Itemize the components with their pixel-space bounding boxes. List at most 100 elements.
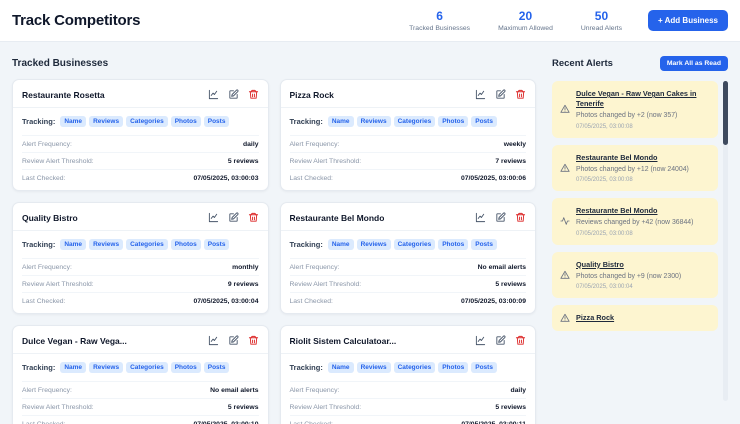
- business-info: Alert Frequency: No email alerts Review A…: [281, 258, 536, 313]
- alert-item[interactable]: Restaurante Bel Mondo Reviews changed by…: [552, 198, 718, 245]
- business-card: Pizza Rock Tracking: Name Reviews Catego…: [279, 79, 536, 191]
- info-label: Review Alert Threshold:: [22, 280, 94, 288]
- edit-button[interactable]: [495, 89, 506, 100]
- view-history-button[interactable]: [475, 335, 486, 346]
- view-history-button[interactable]: [475, 212, 486, 223]
- last-checked-value: 07/05/2025, 03:00:03: [193, 174, 259, 182]
- delete-button[interactable]: [248, 212, 259, 223]
- review-threshold-row: Review Alert Threshold: 5 reviews: [22, 152, 259, 169]
- scrollbar-thumb[interactable]: [723, 81, 728, 145]
- alert-timestamp: 07/05/2025, 03:00:08: [576, 177, 633, 184]
- info-label: Last Checked:: [289, 297, 333, 305]
- alert-item[interactable]: Pizza Rock: [552, 305, 718, 332]
- alert-message: Photos changed by +2 (now 357): [576, 112, 678, 120]
- delete-button[interactable]: [515, 335, 526, 346]
- edit-button[interactable]: [495, 335, 506, 346]
- line-chart-icon: [208, 89, 219, 100]
- tracking-tag-reviews: Reviews: [356, 116, 391, 127]
- trash-icon: [515, 212, 526, 223]
- alert-item[interactable]: Dulce Vegan - Raw Vegan Cakes in Tenerif…: [552, 81, 718, 138]
- view-history-button[interactable]: [208, 212, 219, 223]
- tracking-tag-categories: Categories: [126, 239, 168, 250]
- delete-button[interactable]: [248, 89, 259, 100]
- tracking-tag-photos: Photos: [170, 239, 201, 250]
- info-label: Last Checked:: [22, 420, 66, 424]
- alerts-scrollbar[interactable]: [723, 81, 728, 401]
- line-chart-icon: [208, 335, 219, 346]
- tracking-tag-name: Name: [60, 116, 87, 127]
- business-name: Pizza Rock: [289, 89, 334, 100]
- alert-frequency-value: monthly: [232, 263, 259, 271]
- business-cards-grid: Restaurante Rosetta Tracking: Name Revie…: [12, 79, 536, 424]
- review-threshold-value: 5 reviews: [495, 280, 526, 288]
- alert-business-link[interactable]: Quality Bistro: [576, 260, 681, 270]
- alert-item[interactable]: Restaurante Bel Mondo Photos changed by …: [552, 144, 718, 192]
- alert-timestamp: 07/05/2025, 03:00:04: [576, 284, 633, 291]
- alerts-title: Recent Alerts: [552, 58, 613, 69]
- stat-label: Unread Alerts: [580, 25, 623, 32]
- stat-maximum-allowed: 20 Maximum Allowed: [498, 9, 553, 32]
- delete-button[interactable]: [515, 212, 526, 223]
- edit-pencil-icon: [495, 89, 506, 100]
- tracking-tag-categories: Categories: [126, 362, 168, 373]
- review-threshold-value: 7 reviews: [495, 157, 526, 165]
- edit-button[interactable]: [228, 335, 239, 346]
- edit-pencil-icon: [228, 89, 239, 100]
- add-business-button[interactable]: + Add Business: [648, 10, 728, 31]
- alert-text: Pizza Rock: [576, 313, 614, 323]
- stat-value: 50: [594, 9, 609, 23]
- tracking-tag-reviews: Reviews: [89, 239, 124, 250]
- stat-unread-alerts: 50 Unread Alerts: [581, 9, 622, 32]
- delete-button[interactable]: [248, 335, 259, 346]
- last-checked-row: Last Checked: 07/05/2025, 03:00:09: [289, 292, 526, 309]
- review-threshold-row: Review Alert Threshold: 9 reviews: [22, 275, 259, 292]
- info-label: Review Alert Threshold:: [289, 157, 362, 165]
- business-card-header: Quality Bistro: [13, 203, 268, 231]
- edit-button[interactable]: [228, 212, 239, 223]
- card-actions: [475, 212, 526, 223]
- info-label: Last Checked:: [22, 174, 66, 182]
- header-right: 6 Tracked Businesses 20 Maximum Allowed …: [409, 9, 728, 32]
- tracking-tag-name: Name: [327, 116, 354, 127]
- info-label: Alert Frequency:: [22, 140, 72, 148]
- trash-icon: [248, 335, 259, 346]
- alert-business-link[interactable]: Restaurante Bel Mondo: [576, 206, 693, 216]
- view-history-button[interactable]: [208, 89, 219, 100]
- view-history-button[interactable]: [208, 335, 219, 346]
- business-card: Dulce Vegan - Raw Vega... Tracking: Name…: [12, 325, 269, 424]
- edit-button[interactable]: [495, 212, 506, 223]
- last-checked-row: Last Checked: 07/05/2025, 03:00:03: [22, 169, 259, 186]
- alert-business-link[interactable]: Dulce Vegan - Raw Vegan Cakes in Tenerif…: [576, 89, 710, 109]
- tracking-tag-photos: Photos: [170, 116, 201, 127]
- review-threshold-value: 9 reviews: [227, 280, 259, 288]
- edit-pencil-icon: [495, 335, 506, 346]
- tracking-tag-photos: Photos: [438, 116, 469, 127]
- line-chart-icon: [475, 335, 486, 346]
- tracked-businesses-section: Tracked Businesses Restaurante Rosetta T…: [12, 54, 536, 424]
- alert-business-link[interactable]: Pizza Rock: [576, 313, 614, 323]
- stat-value: 20: [518, 9, 533, 23]
- review-threshold-row: Review Alert Threshold: 5 reviews: [289, 398, 526, 415]
- business-card-header: Dulce Vegan - Raw Vega...: [13, 326, 268, 354]
- business-card: Quality Bistro Tracking: Name Reviews Ca…: [12, 202, 269, 314]
- tracking-tag-posts: Posts: [203, 362, 230, 373]
- alert-frequency-value: No email alerts: [477, 263, 526, 271]
- alert-business-link[interactable]: Restaurante Bel Mondo: [576, 153, 689, 163]
- view-history-button[interactable]: [475, 89, 486, 100]
- mark-all-read-button[interactable]: Mark All as Read: [659, 56, 728, 71]
- business-card: Restaurante Rosetta Tracking: Name Revie…: [12, 79, 269, 191]
- stat-label: Maximum Allowed: [498, 25, 553, 32]
- card-actions: [475, 89, 526, 100]
- alert-item[interactable]: Quality Bistro Photos changed by +9 (now…: [552, 251, 718, 299]
- stats-group: 6 Tracked Businesses 20 Maximum Allowed …: [409, 9, 622, 32]
- review-threshold-value: 5 reviews: [227, 403, 259, 411]
- edit-button[interactable]: [228, 89, 239, 100]
- tracking-tag-reviews: Reviews: [89, 362, 124, 373]
- edit-pencil-icon: [228, 335, 239, 346]
- delete-button[interactable]: [515, 89, 526, 100]
- alert-frequency-value: No email alerts: [210, 386, 259, 394]
- alert-frequency-row: Alert Frequency: No email alerts: [289, 258, 526, 275]
- tracking-tag-categories: Categories: [393, 362, 436, 373]
- recent-alerts-panel: Recent Alerts Mark All as Read Dulce Veg…: [552, 54, 728, 424]
- tracking-label: Tracking:: [22, 363, 56, 372]
